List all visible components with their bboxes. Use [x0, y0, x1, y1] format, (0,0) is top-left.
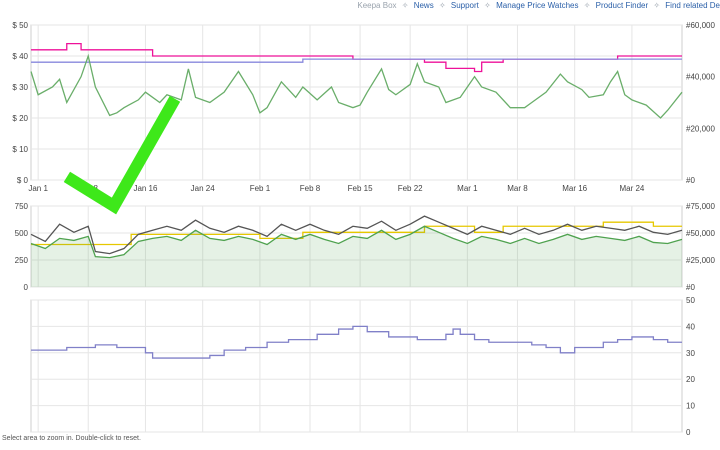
- y-axis-left-tick-label: $ 10: [12, 145, 28, 154]
- y-axis-left-tick-label: $ 50: [12, 21, 28, 30]
- y-axis-left-tick-label: $ 40: [12, 52, 28, 61]
- y-axis-left-tick-label: 0: [24, 283, 29, 292]
- y-axis-right-tick-label: 30: [686, 349, 695, 358]
- y-axis-right-tick-label: #40,000: [686, 73, 715, 82]
- y-axis-right-tick-label: #25,000: [686, 256, 715, 265]
- y-axis-right-tick-label: 20: [686, 375, 695, 384]
- panel-frame: [30, 24, 683, 181]
- x-axis-tick-label: Mar 16: [562, 184, 587, 193]
- y-axis-right-tick-label: 50: [686, 296, 695, 305]
- series-line: [31, 58, 682, 63]
- x-axis-tick-label: Feb 22: [398, 184, 423, 193]
- panel-frame: [30, 299, 683, 433]
- x-axis-tick-label: Feb 15: [348, 184, 373, 193]
- x-axis-tick-label: Mar 24: [619, 184, 644, 193]
- series-line: [31, 325, 682, 359]
- y-axis-right-tick-label: #0: [686, 176, 695, 185]
- y-axis-right-tick-label: #75,000: [686, 202, 715, 211]
- y-axis-right-tick-label: #20,000: [686, 124, 715, 133]
- y-axis-left-tick-label: $ 20: [12, 114, 28, 123]
- y-axis-right-tick-label: #60,000: [686, 21, 715, 30]
- y-axis-right-tick-label: #50,000: [686, 229, 715, 238]
- x-axis-tick-label: Jan 1: [28, 184, 48, 193]
- y-axis-left-tick-label: 750: [15, 202, 29, 211]
- y-axis-right-tick-label: 40: [686, 322, 695, 331]
- x-axis-tick-label: Feb 1: [250, 184, 271, 193]
- price-history-chart[interactable]: $ 0 $ 10 $ 20 $ 30 $ 40 $ 50 #0 #20,000 #40,000 #…: [0, 0, 720, 450]
- series-line: [31, 42, 682, 73]
- x-axis-tick-label: Jan 24: [191, 184, 216, 193]
- x-axis-tick-label: Jan 16: [133, 184, 158, 193]
- y-axis-left-tick-label: $ 0: [17, 176, 29, 185]
- y-axis-left-tick-label: 500: [15, 229, 29, 238]
- x-axis-tick-label: Mar 1: [457, 184, 478, 193]
- zoom-hint: Select area to zoom in. Double-click to …: [2, 435, 141, 442]
- x-axis-tick-label: Feb 8: [300, 184, 321, 193]
- y-axis-left-tick-label: $ 30: [12, 83, 28, 92]
- sales-rank-area: [31, 226, 682, 287]
- x-axis-tick-label: Mar 8: [507, 184, 528, 193]
- y-axis-left-tick-label: 250: [15, 256, 29, 265]
- y-axis-right-tick-label: 0: [686, 428, 691, 437]
- y-axis-right-tick-label: 10: [686, 402, 695, 411]
- y-axis-right-tick-label: #0: [686, 283, 695, 292]
